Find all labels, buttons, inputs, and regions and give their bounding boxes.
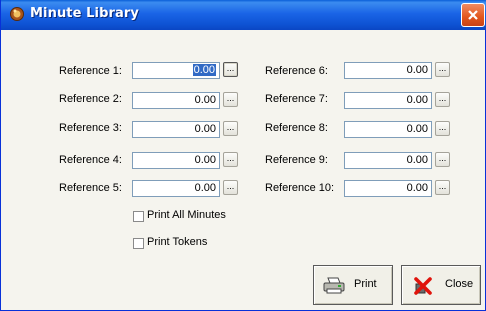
print-tokens-label: Print Tokens — [147, 236, 208, 248]
reference-2-label: Reference 2: — [59, 93, 122, 105]
reference-5-label: Reference 5: — [59, 182, 122, 194]
reference-7-browse-button[interactable]: ... — [435, 92, 450, 107]
reference-1-browse-button[interactable]: ... — [223, 62, 238, 77]
close-button[interactable]: Close — [401, 265, 481, 305]
reference-5-browse-button[interactable]: ... — [223, 180, 238, 195]
reference-7-label: Reference 7: — [265, 93, 328, 105]
reference-6-label: Reference 6: — [265, 65, 328, 77]
reference-3-label: Reference 3: — [59, 122, 122, 134]
title-bar: Minute Library — [1, 0, 486, 30]
close-icon — [468, 10, 478, 20]
reference-7-input[interactable]: 0.00 — [344, 92, 432, 109]
reference-4-label: Reference 4: — [59, 154, 122, 166]
reference-3-browse-button[interactable]: ... — [223, 121, 238, 136]
reference-10-input[interactable]: 0.00 — [344, 180, 432, 197]
reference-8-label: Reference 8: — [265, 122, 328, 134]
minute-library-dialog: Minute Library Reference 1: 0.00 ... Ref… — [0, 0, 486, 311]
reference-4-browse-button[interactable]: ... — [223, 152, 238, 167]
reference-6-input[interactable]: 0.00 — [344, 62, 432, 79]
reference-1-input[interactable]: 0.00 — [132, 62, 220, 79]
print-tokens-checkbox[interactable] — [133, 238, 144, 249]
app-icon — [10, 7, 24, 21]
reference-8-input[interactable]: 0.00 — [344, 121, 432, 138]
reference-1-label: Reference 1: — [59, 65, 122, 77]
printer-icon — [323, 277, 345, 294]
reference-2-browse-button[interactable]: ... — [223, 92, 238, 107]
print-all-minutes-checkbox[interactable] — [133, 211, 144, 222]
print-button[interactable]: Print — [313, 265, 393, 305]
reference-3-input[interactable]: 0.00 — [132, 121, 220, 138]
red-x-icon — [414, 277, 432, 295]
reference-2-input[interactable]: 0.00 — [132, 92, 220, 109]
reference-8-browse-button[interactable]: ... — [435, 121, 450, 136]
reference-10-browse-button[interactable]: ... — [435, 180, 450, 195]
reference-1-value: 0.00 — [192, 64, 216, 76]
reference-10-label: Reference 10: — [265, 182, 335, 194]
window-title: Minute Library — [30, 6, 139, 21]
reference-9-browse-button[interactable]: ... — [435, 152, 450, 167]
reference-9-input[interactable]: 0.00 — [344, 152, 432, 169]
reference-4-input[interactable]: 0.00 — [132, 152, 220, 169]
print-button-label: Print — [354, 278, 377, 290]
reference-9-label: Reference 9: — [265, 154, 328, 166]
reference-5-input[interactable]: 0.00 — [132, 180, 220, 197]
window-close-button[interactable] — [461, 3, 485, 27]
print-all-minutes-label: Print All Minutes — [147, 209, 226, 221]
reference-6-browse-button[interactable]: ... — [435, 62, 450, 77]
close-button-label: Close — [445, 278, 474, 290]
